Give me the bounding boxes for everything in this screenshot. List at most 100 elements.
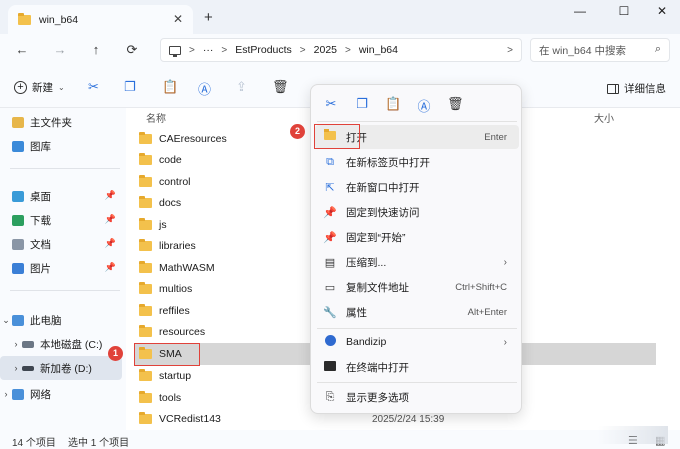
address-bar[interactable]: > ··· > EstProducts > 2025 > win_b64 > xyxy=(160,38,522,62)
details-button[interactable]: 详细信息 xyxy=(607,81,666,96)
share-icon[interactable]: ⇪ xyxy=(236,79,247,95)
folder-icon xyxy=(139,325,152,337)
folder-icon xyxy=(139,369,152,381)
cut-icon[interactable]: ✂ xyxy=(323,96,339,112)
sidebar-item-label: 网络 xyxy=(30,388,51,401)
maximize-button[interactable]: ☐ xyxy=(612,4,636,22)
pc-icon xyxy=(12,314,24,326)
network-icon xyxy=(12,388,24,400)
sidebar-item-label: 图片 xyxy=(30,262,51,275)
pin-icon[interactable]: 📌 xyxy=(105,214,116,225)
sidebar-item-documents[interactable]: 文档 📌 xyxy=(0,232,122,256)
chevron-right-icon: > xyxy=(221,44,228,56)
divider xyxy=(317,328,517,329)
sidebar-item-network[interactable]: › 网络 xyxy=(0,382,122,406)
divider xyxy=(317,121,517,122)
shortcut-label: Ctrl+Shift+C xyxy=(455,281,507,293)
modified-date: 2025/2/24 15:39 xyxy=(372,413,445,425)
column-header-name[interactable]: 名称 xyxy=(146,110,166,125)
sidebar-item-downloads[interactable]: 下载 📌 xyxy=(0,208,122,232)
divider xyxy=(10,168,120,169)
chevron-right-icon[interactable]: > xyxy=(507,45,513,56)
menu-item-compress[interactable]: ▤ 压缩到... › xyxy=(315,250,519,274)
sidebar-item-this-pc[interactable]: ⌄ 此电脑 xyxy=(0,308,122,332)
minimize-button[interactable]: — xyxy=(568,4,592,22)
details-pane-icon xyxy=(607,83,619,94)
paste-icon[interactable]: 📋 xyxy=(162,79,178,95)
forward-button[interactable]: → xyxy=(52,42,68,57)
folder-icon xyxy=(139,132,152,144)
menu-item-pin-quick-access[interactable]: 📌 固定到快速访问 xyxy=(315,200,519,224)
cut-icon[interactable]: ✂ xyxy=(88,79,99,95)
sidebar-item-drive-c[interactable]: › 本地磁盘 (C:) xyxy=(0,332,122,356)
menu-item-open-new-tab[interactable]: ⧉ 在新标签页中打开 xyxy=(315,150,519,174)
divider xyxy=(317,382,517,383)
sidebar-item-gallery[interactable]: 图库 xyxy=(0,134,122,158)
rename-icon[interactable]: Ⓐ xyxy=(198,79,211,98)
highlight-box-open xyxy=(314,124,360,149)
pin-icon[interactable]: 📌 xyxy=(105,262,116,273)
menu-item-copy-path[interactable]: ▭ 复制文件地址 Ctrl+Shift+C xyxy=(315,275,519,299)
chevron-down-icon[interactable]: ⌄ xyxy=(0,315,12,326)
breadcrumb-estproducts[interactable]: EstProducts xyxy=(235,44,292,56)
folder-icon xyxy=(139,304,152,316)
selection-count: 选中 1 个项目 xyxy=(68,438,130,449)
sidebar-item-label: 图库 xyxy=(30,140,51,153)
open-window-icon: ⇱ xyxy=(325,181,335,194)
menu-item-properties[interactable]: 🔧 属性 Alt+Enter xyxy=(315,300,519,324)
breadcrumb-2025[interactable]: 2025 xyxy=(314,44,337,56)
chevron-right-icon[interactable]: › xyxy=(10,363,22,373)
new-tab-icon: ⧉ xyxy=(326,155,334,168)
sidebar-item-home[interactable]: 主文件夹 xyxy=(0,110,122,134)
download-icon xyxy=(12,214,24,226)
rename-icon[interactable]: Ⓐ xyxy=(416,96,432,115)
breadcrumb-more[interactable]: ··· xyxy=(203,44,214,56)
new-tab-button[interactable]: + xyxy=(204,9,213,26)
copy-path-icon: ▭ xyxy=(324,281,336,294)
menu-item-show-more[interactable]: ⎘ 显示更多选项 xyxy=(315,385,519,409)
sidebar-item-desktop[interactable]: 桌面 📌 xyxy=(0,184,122,208)
wrench-icon: 🔧 xyxy=(323,306,337,319)
copy-icon[interactable]: ❐ xyxy=(124,79,136,95)
close-window-button[interactable]: ✕ xyxy=(650,4,674,22)
delete-icon[interactable]: 🗑 xyxy=(272,79,289,95)
menu-item-open-new-window[interactable]: ⇱ 在新窗口中打开 xyxy=(315,175,519,199)
refresh-button[interactable]: ⟳ xyxy=(124,42,140,58)
chevron-right-icon: › xyxy=(503,336,507,348)
chevron-right-icon[interactable]: › xyxy=(10,339,22,349)
pin-icon[interactable]: 📌 xyxy=(105,190,116,201)
chevron-right-icon[interactable]: › xyxy=(0,389,12,399)
menu-item-open-terminal[interactable]: 在终端中打开 xyxy=(315,355,519,379)
folder-icon xyxy=(139,218,152,230)
sidebar-item-label: 此电脑 xyxy=(30,314,62,327)
folder-icon xyxy=(139,391,152,403)
paste-icon[interactable]: 📋 xyxy=(385,96,401,112)
tab-win-b64[interactable]: win_b64 ✕ xyxy=(8,5,193,34)
new-button[interactable]: + 新建 ⌄ xyxy=(14,80,65,95)
title-bar: win_b64 ✕ + — ☐ ✕ xyxy=(0,0,680,34)
shortcut-label: Enter xyxy=(484,131,507,143)
close-tab-icon[interactable]: ✕ xyxy=(173,12,183,26)
search-input[interactable]: 在 win_b64 中搜索 ⌕ xyxy=(530,38,670,62)
terminal-icon xyxy=(323,360,337,374)
pin-icon: 📌 xyxy=(323,231,337,244)
new-label: 新建 xyxy=(32,82,53,94)
breadcrumb-win-b64[interactable]: win_b64 xyxy=(359,44,398,56)
column-header-size[interactable]: 大小 xyxy=(594,110,614,125)
folder-icon xyxy=(139,175,152,187)
drive-icon xyxy=(22,340,34,348)
delete-icon[interactable]: 🗑 xyxy=(447,96,464,112)
copy-icon[interactable]: ❐ xyxy=(354,96,370,112)
back-button[interactable]: ← xyxy=(14,42,30,57)
document-icon xyxy=(12,238,24,250)
folder-icon xyxy=(139,196,152,208)
chevron-right-icon: > xyxy=(299,44,306,56)
menu-item-bandizip[interactable]: Bandizip › xyxy=(315,330,519,354)
sidebar-item-drive-d[interactable]: › 新加卷 (D:) xyxy=(0,356,122,380)
menu-item-pin-start[interactable]: 📌 固定到“开始” xyxy=(315,225,519,249)
pin-icon[interactable]: 📌 xyxy=(105,238,116,249)
up-button[interactable]: ↑ xyxy=(88,42,104,57)
gallery-icon xyxy=(12,140,24,152)
sidebar-item-pictures[interactable]: 图片 📌 xyxy=(0,256,122,280)
chevron-right-icon: > xyxy=(345,44,351,56)
